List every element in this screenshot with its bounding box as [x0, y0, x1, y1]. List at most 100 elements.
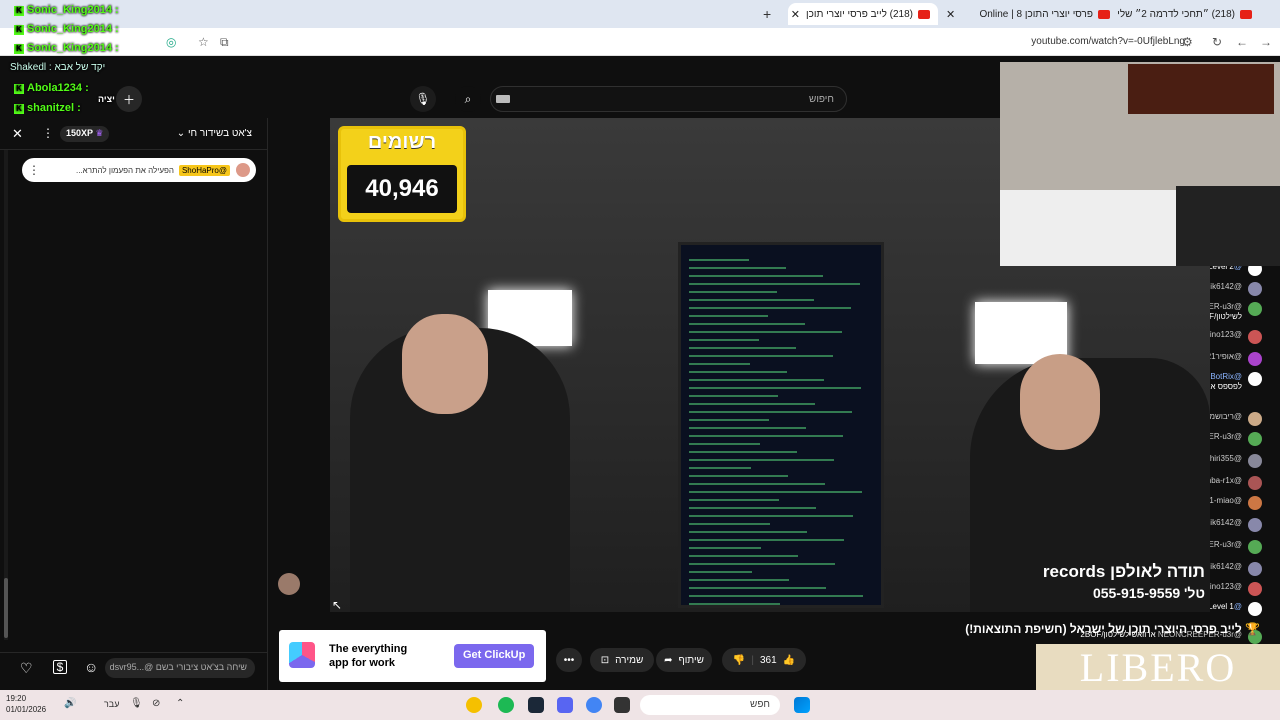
clock[interactable]: 19:20 01/01/2026: [6, 693, 46, 715]
windows-start-icon[interactable]: [794, 697, 810, 713]
monitor-chat-line: [689, 563, 835, 565]
pip-icon[interactable]: ⧉: [220, 35, 229, 50]
emoji-icon[interactable]: ☺: [84, 659, 98, 675]
kick-icon: K: [14, 84, 24, 94]
heart-icon[interactable]: ♡: [20, 660, 33, 677]
pinned-message[interactable]: @ShoHaPro הפעילה את הפעמון להתרא... ⋮: [22, 158, 256, 182]
monitor-chat-line: [689, 435, 843, 437]
libero-ad[interactable]: LIBERO: [1036, 644, 1280, 690]
monitor-chat-line: [689, 579, 789, 581]
chevron-up-icon[interactable]: ⌃: [176, 698, 184, 709]
super-chat-icon[interactable]: $: [53, 660, 67, 674]
tab-1[interactable]: (218) ״תחכי לדרמה 2״ שלית פ...✕: [1118, 3, 1260, 25]
extension-icon[interactable]: ◎: [166, 35, 176, 49]
overlay-chat-line: יקד של אבא : Shakedl: [10, 62, 106, 73]
chrome-icon[interactable]: [586, 697, 602, 713]
avatar[interactable]: [1248, 496, 1262, 510]
ad-banner[interactable]: The everything app for work Get ClickUp: [279, 630, 546, 682]
xp-badge[interactable]: 150XP ♛: [60, 126, 110, 142]
like-dislike-group: 👎 | 361 👍: [722, 648, 806, 672]
star-icon[interactable]: ☆: [198, 35, 209, 49]
avatar[interactable]: [1248, 372, 1262, 386]
app-icon[interactable]: [466, 697, 482, 713]
overlay-chat-line: Kshanitzel :: [14, 102, 81, 114]
more-options-icon[interactable]: ⋮: [42, 126, 54, 140]
tab-3-active[interactable]: (218) לייב פרסי יוצרי תוכן ✕: [788, 3, 938, 25]
tab-2[interactable]: פרסי יוצרי התוכן Online | 8 ✕: [938, 3, 1118, 25]
youtube-icon: [1240, 9, 1252, 19]
live-chat-panel: [0, 118, 268, 720]
file-explorer-icon[interactable]: [614, 697, 630, 713]
share-button[interactable]: ➦ שיתוף: [656, 648, 712, 672]
monitor-chat-line: [689, 339, 759, 341]
kick-icon: K: [14, 44, 24, 54]
mic-icon[interactable]: 🎙: [410, 86, 436, 112]
discord-icon[interactable]: [557, 697, 573, 713]
more-actions-button[interactable]: •••: [556, 648, 582, 672]
page-options-icon[interactable]: ⚙: [1182, 35, 1193, 49]
channel-avatar[interactable]: [278, 573, 300, 595]
save-button[interactable]: ⊡ שמירה: [590, 648, 654, 672]
monitor-chat-line: [689, 467, 751, 469]
reload-icon[interactable]: ↻: [1212, 35, 1222, 49]
steam-icon[interactable]: [528, 697, 544, 713]
save-label: שמירה: [615, 654, 644, 666]
close-icon[interactable]: ✕: [791, 8, 806, 21]
chat-mode-dropdown[interactable]: צ'אט בשידור חי ⌄: [177, 128, 252, 139]
avatar[interactable]: [1248, 302, 1262, 316]
monitor-chat-line: [689, 291, 777, 293]
overlay-username: Abola1234 :: [27, 82, 89, 94]
ad-cta-button[interactable]: Get ClickUp: [454, 644, 535, 668]
search-input[interactable]: חיפוש: [490, 86, 847, 112]
sofa: [1000, 190, 1180, 266]
like-icon[interactable]: 👍: [783, 655, 795, 666]
mic-icon[interactable]: 🎙: [130, 698, 143, 709]
network-icon[interactable]: ⊘: [152, 698, 160, 709]
keyboard-icon[interactable]: [496, 95, 510, 103]
avatar[interactable]: [1248, 282, 1262, 296]
avatar: [236, 163, 250, 177]
back-icon[interactable]: ←: [1236, 35, 1248, 49]
language-indicator[interactable]: עבר: [104, 699, 119, 709]
avatar[interactable]: [1248, 602, 1262, 616]
close-icon[interactable]: ✕: [946, 8, 961, 21]
spotify-icon[interactable]: [498, 697, 514, 713]
avatar[interactable]: [1248, 582, 1262, 596]
chat-username[interactable]: @אופיר21: [1207, 352, 1242, 361]
url-text[interactable]: youtube.com/watch?v=-0UfjlebLng: [1031, 36, 1185, 47]
avatar[interactable]: [1248, 352, 1262, 366]
close-icon[interactable]: ✕: [12, 126, 23, 142]
chat-scrollbar[interactable]: [4, 150, 8, 640]
dislike-icon[interactable]: 👎: [733, 655, 745, 666]
avatar[interactable]: [1248, 454, 1262, 468]
volume-icon[interactable]: 🔊: [64, 698, 76, 709]
avatar[interactable]: [1248, 476, 1262, 490]
avatar[interactable]: [1248, 412, 1262, 426]
taskbar-search[interactable]: חפש: [640, 695, 780, 715]
overlay-chat-line: K Sonic_King2014 :: [14, 42, 119, 54]
more-options-icon[interactable]: ⋮: [28, 163, 40, 177]
xp-badge-label: 150XP: [66, 128, 93, 138]
avatar[interactable]: [1248, 518, 1262, 532]
search-icon[interactable]: ⌕: [455, 86, 481, 112]
divider: |: [751, 654, 754, 666]
new-tab-button[interactable]: +: [763, 6, 771, 22]
forward-icon[interactable]: →: [1260, 35, 1272, 49]
avatar[interactable]: [1248, 562, 1262, 576]
monitor-chat-line: [689, 515, 853, 517]
monitor-chat-line: [689, 483, 825, 485]
scrollbar-thumb[interactable]: [4, 578, 8, 638]
avatar[interactable]: [1248, 540, 1262, 554]
monitor-chat-line: [689, 267, 786, 269]
monitor-chat-line: [689, 475, 788, 477]
avatar[interactable]: [1248, 432, 1262, 446]
monitor-chat-line: [689, 347, 796, 349]
chat-input[interactable]: שיחה בצ'אט ציבורי בשם @...dsvr95: [105, 658, 255, 678]
monitor-chat-line: [689, 531, 807, 533]
monitor-chat-line: [689, 275, 823, 277]
chat-username[interactable]: @BotRix: [1210, 372, 1242, 381]
overlay-chat-line: K Abola1234 :: [14, 82, 89, 94]
create-button[interactable]: ＋: [116, 86, 142, 112]
avatar[interactable]: [1248, 330, 1262, 344]
monitor-chat-line: [689, 315, 768, 317]
